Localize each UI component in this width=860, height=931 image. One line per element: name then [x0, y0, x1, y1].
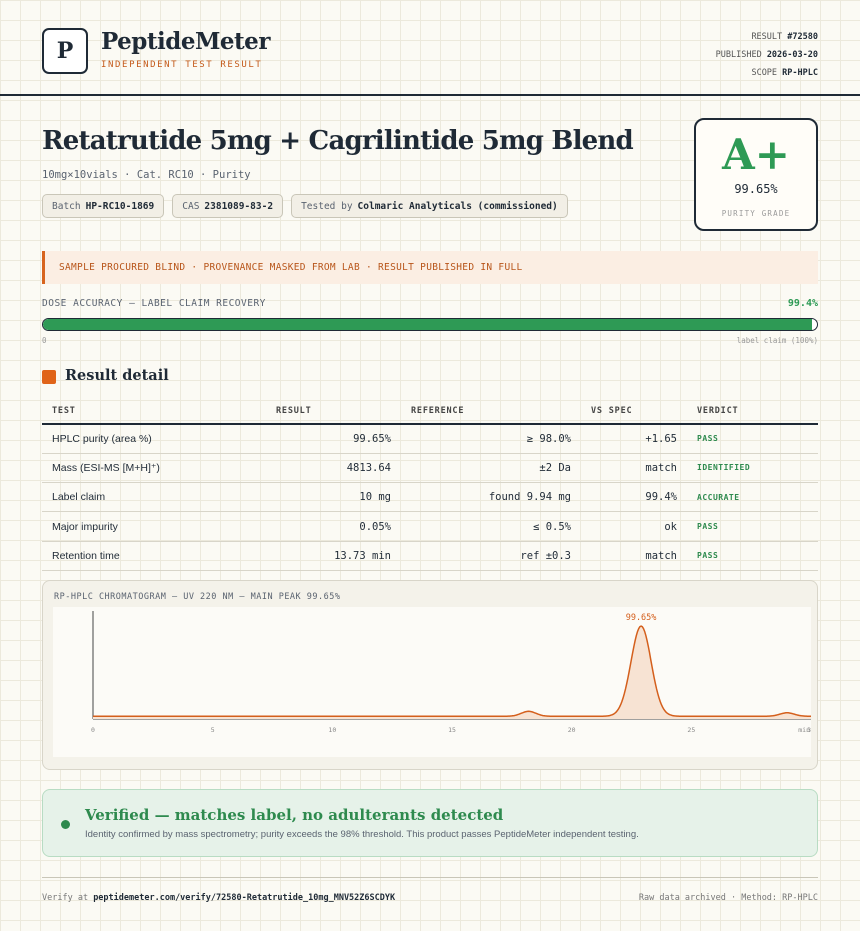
table-row: Label claim 10 mg found 9.94 mg 99.4% AC… — [42, 482, 818, 513]
chromatogram-plot: 99.65%051015202530min — [53, 607, 815, 757]
header: P PeptideMeter INDEPENDENT TEST RESULT R… — [0, 0, 860, 96]
published-date: 2026-03-20 — [766, 50, 818, 60]
tested-label: Tested by — [301, 200, 353, 212]
table-row: Mass (ESI-MS [M+H]⁺) 4813.64 ±2 Da match… — [42, 453, 818, 484]
test-name: Label claim — [42, 482, 266, 513]
verified-banner: Verified — matches label, no adulterants… — [42, 789, 818, 857]
test-result: 10 mg — [266, 482, 401, 513]
section-marker — [42, 370, 56, 384]
tagline: INDEPENDENT TEST RESULT — [101, 60, 263, 70]
x-tick-label: 5 — [211, 726, 215, 734]
verify-link[interactable]: peptidemeter.com/verify/72580-Retatrutid… — [93, 893, 395, 903]
col-reference: REFERENCE — [401, 398, 581, 425]
col-test: TEST — [42, 398, 266, 425]
tested-value: Colmaric Analyticals (commissioned) — [357, 200, 558, 212]
test-verdict: PASS — [687, 424, 818, 454]
test-name: HPLC purity (area %) — [42, 424, 266, 454]
published-label: PUBLISHED — [715, 50, 762, 60]
footer-divider — [42, 877, 818, 878]
test-vs-spec: match — [581, 453, 687, 484]
x-axis-label: min — [798, 726, 810, 734]
chromatogram-svg: 99.65%051015202530min — [91, 611, 815, 734]
x-tick-label: 0 — [91, 726, 95, 734]
verify-prefix: Verify at — [42, 893, 89, 903]
test-name: Major impurity — [42, 511, 266, 542]
x-tick-label: 10 — [328, 726, 336, 734]
batch-label: Batch — [52, 200, 81, 212]
batch-value: HP-RC10-1869 — [85, 200, 155, 212]
result-id: #72580 — [787, 32, 818, 42]
product-chips: Batch HP-RC10-1869 CAS 2381089-83-2 Tested… — [42, 194, 568, 218]
grade-letter: A+ — [722, 130, 790, 179]
col-verdict: VERDICT — [687, 398, 818, 425]
verified-text: Identity confirmed by mass spectrometry;… — [85, 829, 639, 840]
test-result: 13.73 min — [266, 541, 401, 571]
cas-label: CAS — [182, 200, 200, 212]
table-row: Major impurity 0.05% ≤ 0.5% ok PASS — [42, 511, 818, 542]
brand-name: PeptideMeter — [101, 28, 270, 55]
verified-heading: Verified — matches label, no adulterants… — [85, 806, 504, 824]
test-verdict: PASS — [687, 511, 818, 542]
test-reference: ±2 Da — [401, 453, 581, 484]
col-vs-spec: VS SPEC — [581, 398, 687, 425]
footer-method: Raw data archived · Method: RP-HPLC — [638, 893, 818, 903]
cas-chip: CAS 2381089-83-2 — [172, 194, 284, 218]
test-reference: ≤ 0.5% — [401, 511, 581, 542]
batch-chip: Batch HP-RC10-1869 — [42, 194, 165, 218]
test-result: 0.05% — [266, 511, 401, 542]
test-result: 4813.64 — [266, 453, 401, 484]
footer-verify: Verify at peptidemeter.com/verify/72580-… — [42, 893, 395, 903]
product-title: Retatrutide 5mg + Cagrilintide 5mg Blend — [42, 126, 634, 156]
result-meta: RESULT #72580 PUBLISHED 2026-03-20 SCOPE… — [716, 28, 818, 82]
dose-progress-fill — [43, 319, 813, 330]
x-tick-label: 20 — [568, 726, 576, 734]
grade-purity: 99.65% — [734, 182, 778, 196]
dose-progress-bar — [42, 318, 818, 331]
grade-label: PURITY GRADE — [721, 209, 791, 218]
test-vs-spec: +1.65 — [581, 424, 687, 454]
test-reference: ≥ 98.0% — [401, 424, 581, 454]
verified-dot-icon — [61, 820, 70, 829]
logo[interactable]: P — [42, 28, 88, 74]
x-tick-label: 15 — [448, 726, 456, 734]
result-label: RESULT — [751, 32, 783, 42]
test-vs-spec: ok — [581, 511, 687, 542]
test-verdict: PASS — [687, 541, 818, 571]
col-result: RESULT — [266, 398, 401, 425]
test-vs-spec: 99.4% — [581, 482, 687, 513]
tested-by-chip: Tested by Colmaric Analyticals (commissio… — [291, 194, 568, 218]
table-row: Retention time 13.73 min ref ±0.3 match … — [42, 541, 818, 571]
chromatogram-trace — [93, 625, 811, 717]
result-table: TEST RESULT REFERENCE VS SPEC VERDICT HP… — [42, 398, 818, 571]
scope-value: RP-HPLC — [782, 68, 818, 78]
product-subtitle: 10mg×10vials · Cat. RC10 · Purity — [42, 169, 251, 181]
chromatogram-panel: RP-HPLC CHROMATOGRAM — UV 220 NM — MAIN … — [42, 580, 818, 770]
test-result: 99.65% — [266, 424, 401, 454]
test-name: Mass (ESI-MS [M+H]⁺) — [42, 453, 266, 484]
chromatogram-area — [93, 626, 811, 719]
x-tick-label: 25 — [687, 726, 695, 734]
test-verdict: ACCURATE — [687, 482, 818, 513]
dose-accuracy-label: DOSE ACCURACY — LABEL CLAIM RECOVERY — [42, 298, 266, 309]
result-detail-title: Result detail — [65, 367, 169, 384]
dose-accuracy-value: 99.4% — [787, 298, 818, 309]
scope-label: SCOPE — [751, 68, 778, 78]
cas-value: 2381089-83-2 — [204, 200, 274, 212]
provenance-notice: SAMPLE PROCURED BLIND · PROVENANCE MASKE… — [42, 251, 818, 284]
test-name: Retention time — [42, 541, 266, 571]
test-vs-spec: match — [581, 541, 687, 571]
test-reference: ref ±0.3 — [401, 541, 581, 571]
purity-grade-card: A+ 99.65% PURITY GRADE — [694, 118, 818, 231]
test-reference: found 9.94 mg — [401, 482, 581, 513]
main-peak-label: 99.65% — [626, 613, 657, 623]
dose-max-label: label claim (100%) — [736, 336, 818, 345]
chromatogram-title: RP-HPLC CHROMATOGRAM — UV 220 NM — MAIN … — [54, 592, 341, 602]
dose-min-label: 0 — [42, 336, 47, 345]
test-verdict: IDENTIFIED — [687, 453, 818, 484]
table-header-row: TEST RESULT REFERENCE VS SPEC VERDICT — [42, 398, 818, 425]
table-row: HPLC purity (area %) 99.65% ≥ 98.0% +1.6… — [42, 424, 818, 454]
